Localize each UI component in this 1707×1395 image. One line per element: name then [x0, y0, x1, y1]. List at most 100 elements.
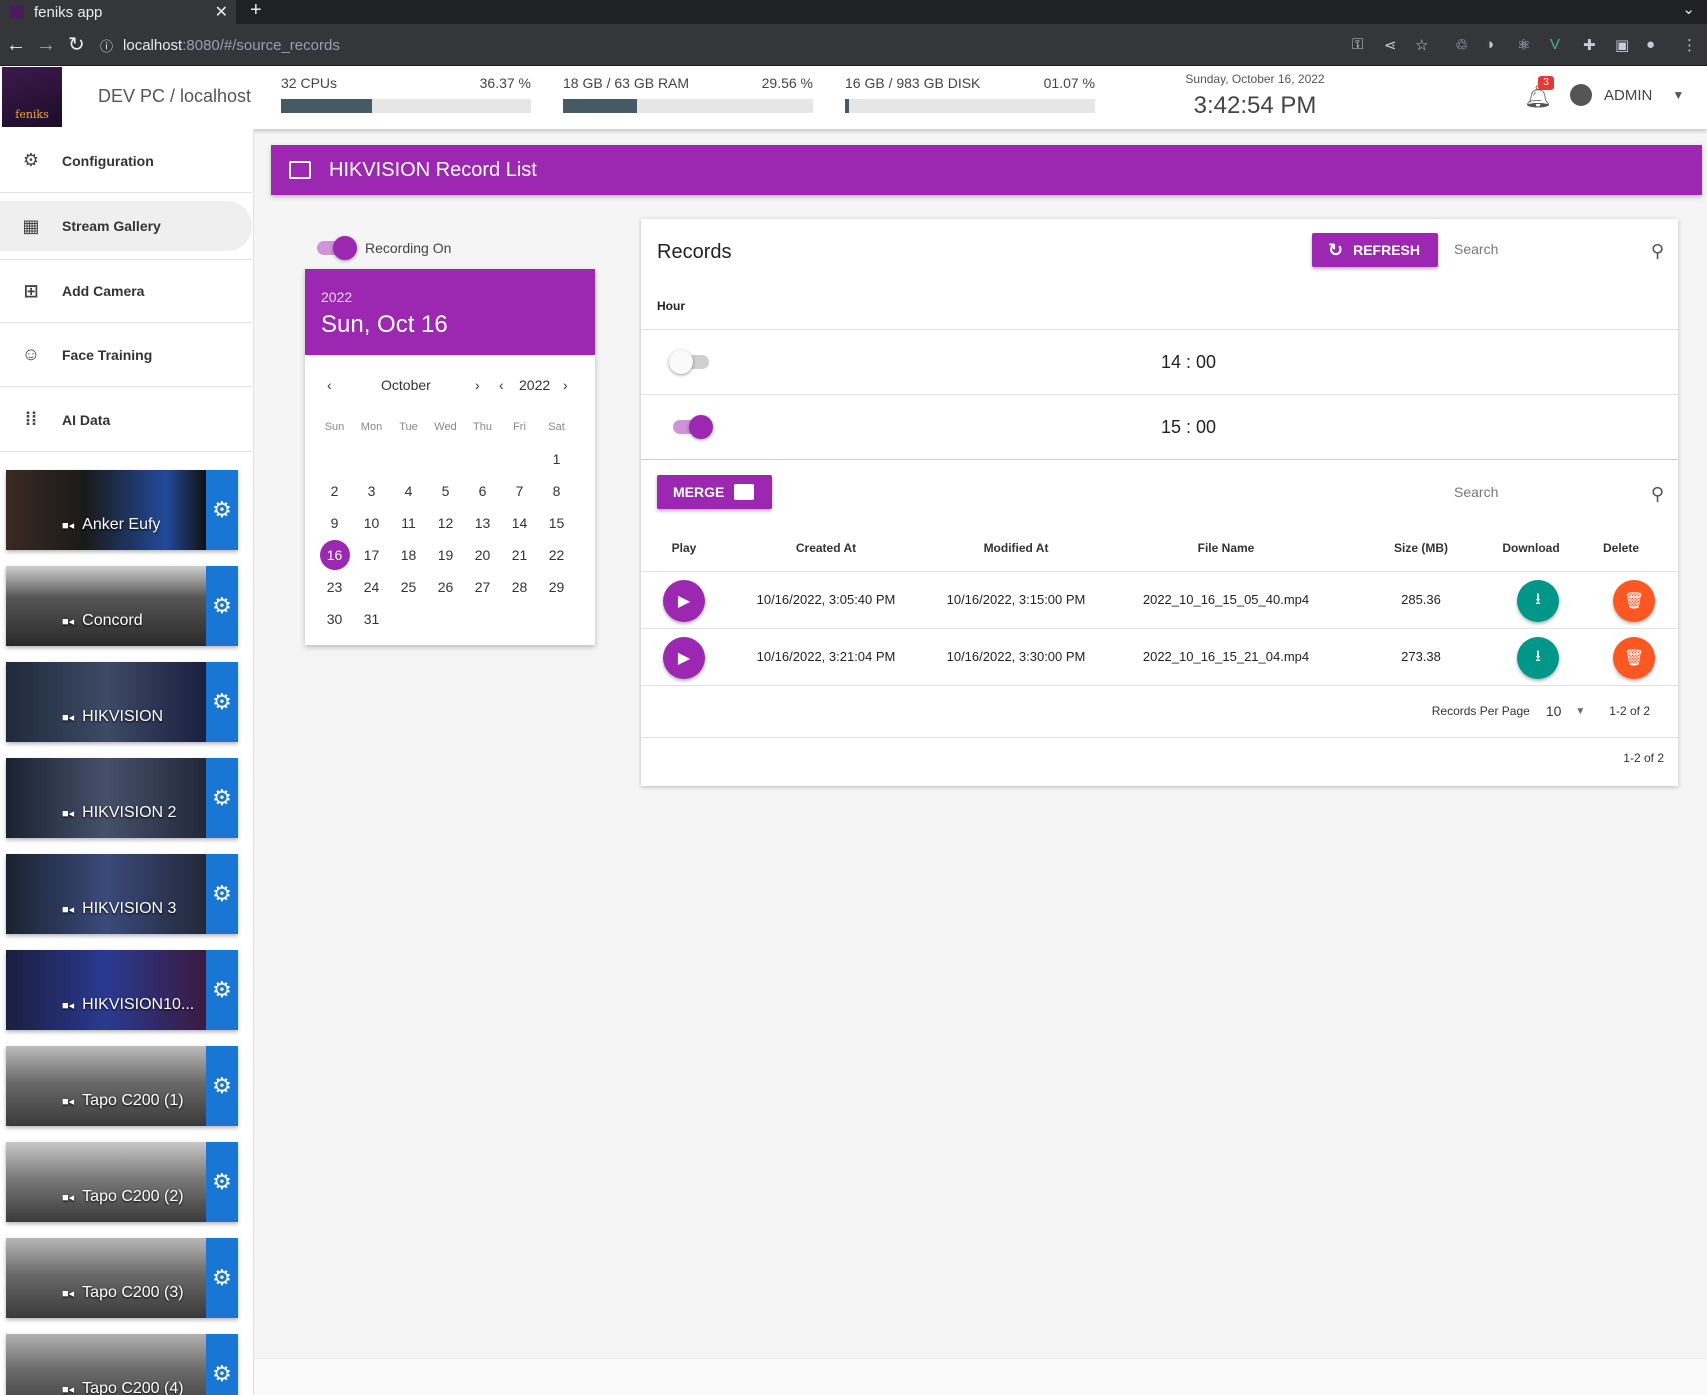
sidebar-item-add-camera[interactable]: ⊞ Add Camera: [0, 259, 252, 323]
calendar-day[interactable]: 25: [390, 579, 427, 595]
browser-menu-icon[interactable]: ⋮: [1682, 36, 1697, 54]
camera-thumbnail[interactable]: [6, 1046, 206, 1126]
camera-tile[interactable]: ■◂ HIKVISION 3 ⚙: [6, 854, 238, 934]
merge-button[interactable]: MERGE: [657, 475, 772, 509]
calendar-day[interactable]: 10: [353, 515, 390, 531]
files-search-input[interactable]: Search ⚲: [1454, 484, 1664, 505]
calendar-day[interactable]: 17: [353, 547, 390, 563]
next-month-icon[interactable]: ›: [475, 377, 480, 393]
calendar-day[interactable]: 2: [316, 483, 353, 499]
camera-settings-gear-icon[interactable]: ⚙: [206, 566, 238, 646]
camera-tile[interactable]: ■◂ Tapo C200 (1) ⚙: [6, 1046, 238, 1126]
calendar-day[interactable]: 8: [538, 483, 575, 499]
extensions-puzzle-icon[interactable]: ✚: [1583, 36, 1596, 54]
prev-year-icon[interactable]: ‹: [499, 377, 504, 393]
calendar-day[interactable]: 4: [390, 483, 427, 499]
sidebar-item-face-training[interactable]: ☺ Face Training: [0, 323, 252, 387]
calendar-day[interactable]: 11: [390, 515, 427, 531]
calendar-day[interactable]: 24: [353, 579, 390, 595]
calendar-day[interactable]: 23: [316, 579, 353, 595]
camera-tile[interactable]: ■◂ HIKVISION ⚙: [6, 662, 238, 742]
extension-recycle-icon[interactable]: ♲: [1455, 36, 1468, 54]
back-icon[interactable]: ←: [6, 33, 26, 57]
sidebar-item-stream-gallery[interactable]: ▦ Stream Gallery: [0, 201, 252, 251]
play-button[interactable]: ▶: [663, 580, 705, 622]
refresh-button[interactable]: ↻ REFRESH: [1312, 233, 1438, 267]
camera-thumbnail[interactable]: [6, 662, 206, 742]
camera-thumbnail[interactable]: [6, 1238, 206, 1318]
side-panel-icon[interactable]: ▣: [1615, 36, 1629, 54]
records-search-input[interactable]: Search ⚲: [1454, 241, 1664, 262]
sidebar-item-configuration[interactable]: ⚙ Configuration: [0, 129, 252, 193]
user-menu[interactable]: ADMIN ▼: [1570, 84, 1684, 106]
calendar-day[interactable]: 28: [501, 579, 538, 595]
camera-settings-gear-icon[interactable]: ⚙: [206, 1046, 238, 1126]
calendar-day[interactable]: 26: [427, 579, 464, 595]
bookmark-star-icon[interactable]: ☆: [1415, 36, 1428, 54]
prev-month-icon[interactable]: ‹: [327, 377, 332, 393]
browser-tab[interactable]: feniks app ✕: [0, 0, 236, 24]
extension-react-icon[interactable]: ⚛: [1517, 36, 1530, 54]
calendar-day[interactable]: 3: [353, 483, 390, 499]
camera-tile[interactable]: ■◂ Concord ⚙: [6, 566, 238, 646]
calendar-day[interactable]: 9: [316, 515, 353, 531]
column-header-modified[interactable]: Modified At: [941, 541, 1091, 555]
calendar-day[interactable]: 31: [353, 611, 390, 627]
picker-year[interactable]: 2022: [321, 289, 579, 305]
camera-tile[interactable]: ■◂ Anker Eufy ⚙: [6, 470, 238, 550]
camera-settings-gear-icon[interactable]: ⚙: [206, 950, 238, 1030]
calendar-day[interactable]: 18: [390, 547, 427, 563]
calendar-day[interactable]: 13: [464, 515, 501, 531]
camera-tile[interactable]: ■◂ Tapo C200 (3) ⚙: [6, 1238, 238, 1318]
address-bar[interactable]: ⓘ localhost:8080/#/source_records: [100, 31, 1340, 59]
site-info-icon[interactable]: ⓘ: [100, 36, 113, 55]
feniks-logo[interactable]: feniks: [2, 67, 62, 127]
calendar-day[interactable]: 30: [316, 611, 353, 627]
calendar-day[interactable]: 29: [538, 579, 575, 595]
camera-tile[interactable]: ■◂ Tapo C200 (2) ⚙: [6, 1142, 238, 1222]
search-icon[interactable]: ⚲: [1651, 241, 1664, 262]
calendar-day[interactable]: 7: [501, 483, 538, 499]
download-button[interactable]: ⭳: [1517, 580, 1559, 622]
camera-tile[interactable]: ■◂ HIKVISION10... ⚙: [6, 950, 238, 1030]
camera-thumbnail[interactable]: [6, 758, 206, 838]
year-label[interactable]: 2022: [519, 377, 550, 393]
camera-thumbnail[interactable]: [6, 854, 206, 934]
delete-button[interactable]: 🗑︎: [1613, 580, 1655, 622]
new-tab-icon[interactable]: +: [250, 0, 262, 22]
camera-thumbnail[interactable]: [6, 1142, 206, 1222]
calendar-day[interactable]: 6: [464, 483, 501, 499]
camera-settings-gear-icon[interactable]: ⚙: [206, 1238, 238, 1318]
column-header-created[interactable]: Created At: [751, 541, 901, 555]
calendar-day[interactable]: 19: [427, 547, 464, 563]
camera-thumbnail[interactable]: [6, 566, 206, 646]
column-header-file-name[interactable]: File Name: [1151, 541, 1301, 555]
forward-icon[interactable]: →: [36, 33, 56, 57]
download-button[interactable]: ⭳: [1517, 637, 1559, 679]
column-header-play[interactable]: Play: [659, 541, 709, 555]
camera-thumbnail[interactable]: [6, 950, 206, 1030]
hour-switch[interactable]: [673, 415, 713, 439]
profile-icon[interactable]: ●: [1646, 36, 1655, 53]
camera-tile[interactable]: ■◂ HIKVISION 2 ⚙: [6, 758, 238, 838]
share-icon[interactable]: ⋖: [1384, 36, 1397, 54]
calendar-day[interactable]: 20: [464, 547, 501, 563]
calendar-day[interactable]: 15: [538, 515, 575, 531]
calendar-day[interactable]: 16: [316, 540, 353, 570]
calendar-day[interactable]: 5: [427, 483, 464, 499]
camera-settings-gear-icon[interactable]: ⚙: [206, 758, 238, 838]
camera-tile[interactable]: ■◂ Tapo C200 (4) ⚙: [6, 1334, 238, 1395]
recording-toggle[interactable]: Recording On: [317, 236, 451, 260]
camera-settings-gear-icon[interactable]: ⚙: [206, 854, 238, 934]
sidebar-item-ai-data[interactable]: ⁞⁞ AI Data: [0, 388, 252, 452]
extension-circle-icon[interactable]: ◑: [1485, 36, 1494, 53]
camera-settings-gear-icon[interactable]: ⚙: [206, 1142, 238, 1222]
next-year-icon[interactable]: ›: [563, 377, 568, 393]
calendar-day[interactable]: 21: [501, 547, 538, 563]
key-icon[interactable]: ⚿: [1352, 36, 1363, 53]
calendar-day[interactable]: 1: [538, 451, 575, 467]
camera-settings-gear-icon[interactable]: ⚙: [206, 662, 238, 742]
camera-thumbnail[interactable]: [6, 470, 206, 550]
per-page-select[interactable]: 10 ▼: [1546, 703, 1585, 719]
tab-search-chevron-icon[interactable]: ⌄: [1682, 0, 1695, 18]
